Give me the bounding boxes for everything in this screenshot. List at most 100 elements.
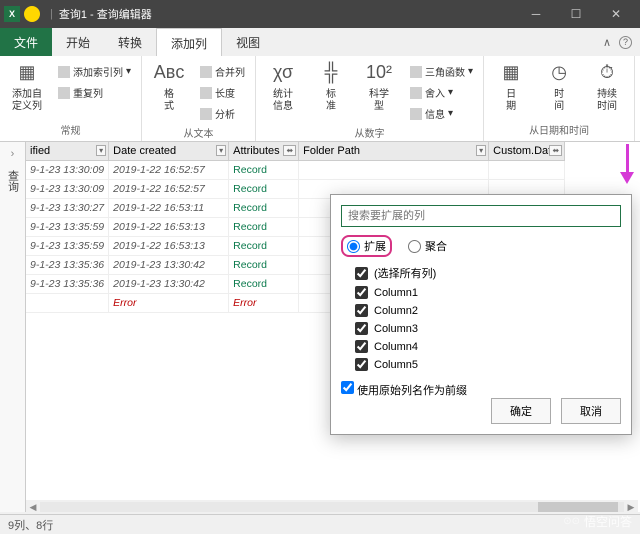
cell[interactable] (299, 161, 489, 180)
standard-button[interactable]: ╬ 标 准 (310, 58, 352, 113)
smiley-icon (24, 6, 40, 22)
calc-icon: ╬ (317, 58, 345, 86)
calendar-icon: ▦ (497, 58, 525, 86)
table-icon: ▦ (13, 58, 41, 86)
group-datetime-label: 从日期和时间 (490, 120, 628, 139)
cell[interactable]: 9-1-23 13:35:59 (26, 218, 109, 237)
cell[interactable]: 2019-1-23 13:30:42 (109, 256, 229, 275)
cell[interactable]: Error (229, 294, 299, 313)
cell[interactable]: Record (229, 180, 299, 199)
trig-button[interactable]: 三角函数 ▾ (406, 62, 477, 81)
add-custom-column-button[interactable]: ▦ 添加自 定义列 (6, 58, 48, 113)
cell[interactable]: 2019-1-22 16:53:13 (109, 218, 229, 237)
scrollbar-thumb[interactable] (538, 502, 618, 512)
help-icon[interactable]: ? (619, 36, 632, 49)
cell[interactable]: 9-1-23 13:30:09 (26, 180, 109, 199)
checkbox-column-2[interactable]: Column2 (355, 304, 621, 317)
cell[interactable]: Record (229, 237, 299, 256)
cell[interactable]: 9-1-23 13:30:27 (26, 199, 109, 218)
watermark: 悟空问答 (563, 513, 632, 530)
tab-add-column[interactable]: 添加列 (156, 28, 222, 56)
scroll-right-icon[interactable]: ▶ (624, 502, 638, 513)
chevron-right-icon[interactable]: › (11, 148, 15, 160)
sidebar-label: 查询 (5, 170, 21, 192)
queries-sidebar[interactable]: › 查询 (0, 142, 26, 512)
collapse-ribbon-icon[interactable]: ∧ (603, 36, 611, 49)
column-header-folderpath[interactable]: Folder Path▾ (299, 142, 489, 161)
minimize-button[interactable]: ─ (516, 0, 556, 28)
cell[interactable]: Record (229, 256, 299, 275)
duration-button[interactable]: ⏱ 持续 时间 (586, 58, 628, 113)
date-button[interactable]: ▦ 日 期 (490, 58, 532, 113)
maximize-button[interactable]: ☐ (556, 0, 596, 28)
scientific-icon: 10² (365, 58, 393, 86)
checkbox-column-1[interactable]: Column1 (355, 286, 621, 299)
table-row[interactable]: 9-1-23 13:30:092019-1-22 16:52:57Record (26, 161, 565, 180)
cell[interactable]: 2019-1-23 13:30:42 (109, 275, 229, 294)
column-header-created[interactable]: Date created▾ (109, 142, 229, 161)
cell[interactable]: 9-1-23 13:30:09 (26, 161, 109, 180)
cancel-button[interactable]: 取消 (561, 398, 621, 424)
cell[interactable]: 2019-1-22 16:52:57 (109, 161, 229, 180)
time-button[interactable]: ◷ 时 间 (538, 58, 580, 113)
cell[interactable] (26, 294, 109, 313)
ribbon: ▦ 添加自 定义列 添加索引列 ▾ 重复列 常规 Aʙᴄ 格 式 合并列 长度 … (0, 56, 640, 142)
checkbox-select-all[interactable]: (选择所有列) (355, 265, 621, 281)
analyze-button[interactable]: 分析 (196, 104, 249, 123)
info-button[interactable]: 信息 ▾ (406, 104, 477, 123)
column-header-customdata[interactable]: Custom.Data⬌ (489, 142, 565, 161)
annotation-arrow (620, 144, 634, 184)
filter-dropdown-icon[interactable]: ▾ (476, 145, 486, 156)
add-index-column-button[interactable]: 添加索引列 ▾ (54, 62, 135, 81)
radio-expand[interactable]: 扩展 (341, 235, 392, 257)
excel-icon: X (4, 6, 20, 22)
cell[interactable]: 9-1-23 13:35:36 (26, 256, 109, 275)
scroll-left-icon[interactable]: ◀ (26, 502, 40, 513)
cell[interactable]: 2019-1-22 16:53:11 (109, 199, 229, 218)
cell[interactable]: 9-1-23 13:35:36 (26, 275, 109, 294)
radio-aggregate[interactable]: 聚合 (408, 235, 447, 257)
cell[interactable]: 9-1-23 13:35:59 (26, 237, 109, 256)
column-header-modified[interactable]: ified▾ (26, 142, 109, 161)
length-button[interactable]: 长度 (196, 83, 249, 102)
ribbon-tabs: 文件 开始 转换 添加列 视图 ∧ ? (0, 28, 640, 56)
merge-columns-button[interactable]: 合并列 (196, 62, 249, 81)
clock-icon: ◷ (545, 58, 573, 86)
checkbox-column-3[interactable]: Column3 (355, 322, 621, 335)
format-icon: Aʙᴄ (155, 58, 183, 86)
round-button[interactable]: 舍入 ▾ (406, 83, 477, 102)
column-header-attributes[interactable]: Attributes⬌ (229, 142, 299, 161)
expand-column-panel: 扩展 聚合 (选择所有列) Column1 Column2 Column3 Column… (330, 194, 632, 435)
close-button[interactable]: ✕ (596, 0, 636, 28)
group-general-label: 常规 (6, 120, 135, 139)
cell[interactable]: Record (229, 199, 299, 218)
filter-dropdown-icon[interactable]: ▾ (96, 145, 106, 156)
checkbox-column-5[interactable]: Column5 (355, 358, 621, 371)
cell[interactable] (489, 161, 565, 180)
tab-view[interactable]: 视图 (222, 28, 274, 56)
tab-file[interactable]: 文件 (0, 28, 52, 56)
search-columns-input[interactable] (341, 205, 621, 227)
cell[interactable]: Record (229, 161, 299, 180)
cell[interactable]: Error (109, 294, 229, 313)
tab-transform[interactable]: 转换 (104, 28, 156, 56)
horizontal-scrollbar[interactable]: ◀ ▶ (26, 500, 638, 514)
duplicate-column-button[interactable]: 重复列 (54, 83, 135, 102)
filter-dropdown-icon[interactable]: ⬌ (283, 145, 296, 156)
window-title: 查询1 - 查询编辑器 (59, 6, 152, 22)
cell[interactable]: 2019-1-22 16:53:13 (109, 237, 229, 256)
stats-button[interactable]: χσ 统计 信息 (262, 58, 304, 113)
status-bar: 9列、8行 (0, 514, 640, 534)
ok-button[interactable]: 确定 (491, 398, 551, 424)
cell[interactable]: Record (229, 218, 299, 237)
format-button[interactable]: Aʙᴄ 格 式 (148, 58, 190, 113)
cell[interactable]: 2019-1-22 16:52:57 (109, 180, 229, 199)
title-bar: X | 查询1 - 查询编辑器 ─ ☐ ✕ (0, 0, 640, 28)
scientific-button[interactable]: 10² 科学 型 (358, 58, 400, 113)
use-prefix-checkbox[interactable]: 使用原始列名作为前缀 (341, 385, 467, 397)
checkbox-column-4[interactable]: Column4 (355, 340, 621, 353)
filter-dropdown-icon[interactable]: ⬌ (549, 145, 562, 156)
tab-home[interactable]: 开始 (52, 28, 104, 56)
cell[interactable]: Record (229, 275, 299, 294)
filter-dropdown-icon[interactable]: ▾ (216, 145, 226, 156)
